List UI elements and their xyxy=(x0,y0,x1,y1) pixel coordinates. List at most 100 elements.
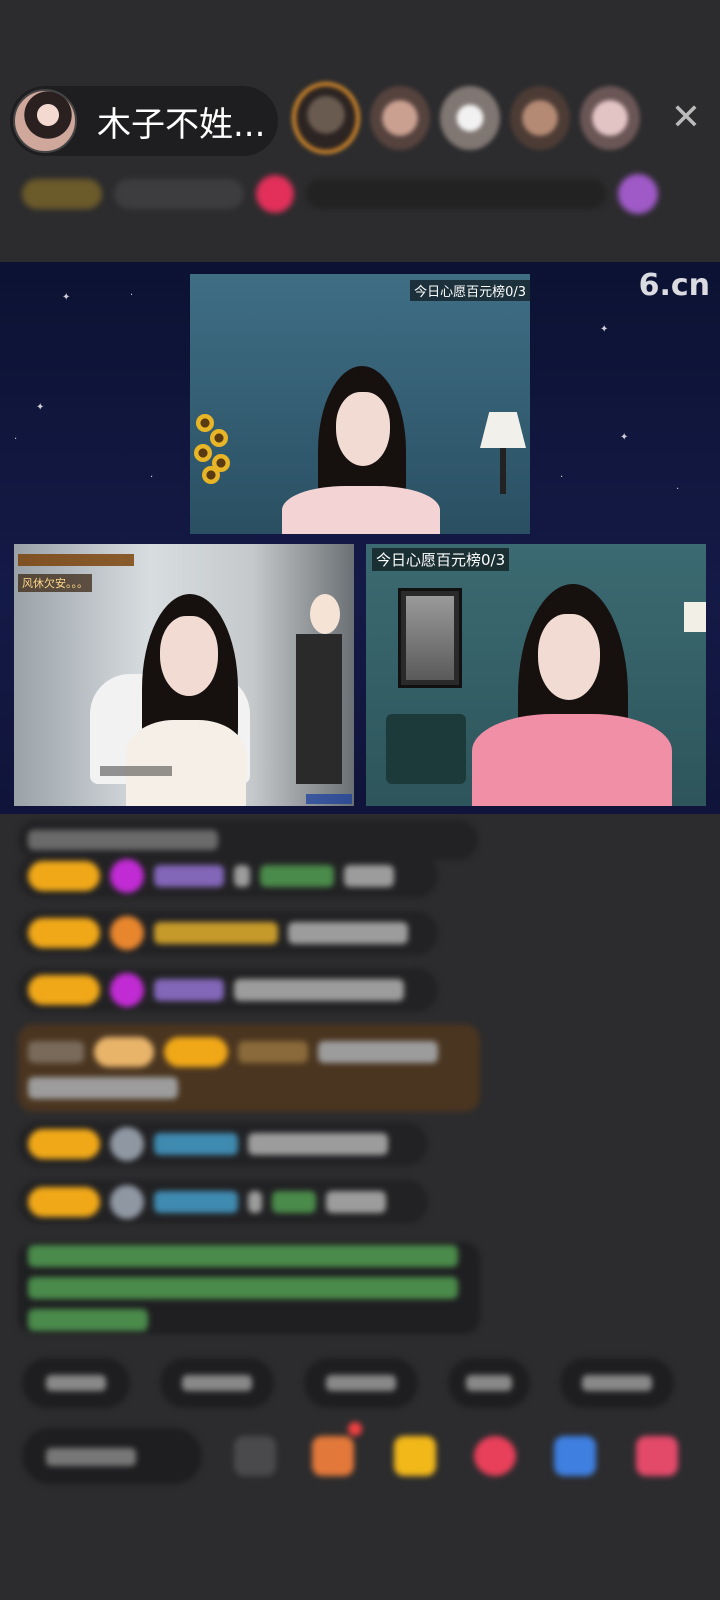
lamp-stand xyxy=(500,448,506,494)
red-packet-icon[interactable] xyxy=(394,1436,436,1476)
close-icon: ✕ xyxy=(670,97,702,138)
streamer-body xyxy=(126,720,246,806)
level-badge xyxy=(28,918,100,948)
chat-username[interactable] xyxy=(154,922,278,944)
announcement-chip[interactable] xyxy=(306,179,606,209)
quick-reply-bar xyxy=(22,1358,674,1408)
star-decoration: ✦ xyxy=(620,432,629,443)
system-notice xyxy=(18,1242,480,1334)
star-decoration: · xyxy=(676,484,680,495)
streamer-face xyxy=(160,616,218,696)
cam-top[interactable]: 今日心愿百元榜0/3 xyxy=(190,274,530,534)
streamer-face xyxy=(538,614,600,700)
follow-icon[interactable] xyxy=(256,175,294,213)
cam-status-label: 风休欠安。。。 xyxy=(18,574,92,592)
board-decor xyxy=(296,634,342,784)
level-badge xyxy=(28,975,100,1005)
chat-text xyxy=(248,1191,262,1213)
game-icon[interactable] xyxy=(554,1436,596,1476)
viewer-avatar[interactable] xyxy=(580,86,640,150)
close-button[interactable]: ✕ xyxy=(668,100,704,136)
painting xyxy=(406,596,454,680)
gift-box-icon[interactable] xyxy=(312,1436,354,1476)
cam-wish-label: 今日心愿百元榜0/3 xyxy=(410,280,530,301)
popularity-chip[interactable] xyxy=(114,179,244,209)
badge-icon xyxy=(110,916,144,950)
star-decoration: · xyxy=(14,434,18,445)
chat-message-highlight xyxy=(18,1024,480,1112)
quick-reply-button[interactable] xyxy=(304,1358,418,1408)
rank-badge[interactable] xyxy=(22,179,102,209)
user-icon xyxy=(110,1185,144,1219)
level-badge xyxy=(28,1129,100,1159)
sunflower-decor xyxy=(210,429,228,447)
chat-text xyxy=(234,979,404,1001)
lamp-shade xyxy=(684,602,706,632)
quick-reply-button[interactable] xyxy=(22,1358,130,1408)
chat-message xyxy=(18,1180,428,1224)
emoji-icon[interactable] xyxy=(234,1436,276,1476)
notice-text xyxy=(28,1277,458,1299)
quick-reply-button[interactable] xyxy=(160,1358,274,1408)
level-badge xyxy=(164,1037,228,1067)
bottom-action-bar xyxy=(22,1422,712,1484)
host-avatar[interactable] xyxy=(13,89,77,153)
chat-username[interactable] xyxy=(272,1191,316,1213)
platform-watermark: 6.cn xyxy=(638,268,710,303)
viewer-avatar[interactable] xyxy=(292,82,360,154)
cam-left[interactable]: 风休欠安。。。 xyxy=(14,544,354,806)
chat-username[interactable] xyxy=(260,865,334,887)
video-stream[interactable]: ✦ · ✦ · · ✦ ✦ · · 6.cn 今日心愿百元榜0/3 风休欠安。。… xyxy=(0,262,720,814)
chat-username[interactable] xyxy=(154,979,224,1001)
chat-message xyxy=(18,1122,428,1166)
chat-text xyxy=(234,865,250,887)
chat-username[interactable] xyxy=(238,1041,308,1063)
lamp-shade xyxy=(480,412,526,448)
chat-username[interactable] xyxy=(154,1191,238,1213)
quick-reply-button[interactable] xyxy=(560,1358,674,1408)
cam-right[interactable]: 今日心愿百元榜0/3 xyxy=(366,544,706,806)
level-badge xyxy=(28,1187,100,1217)
chat-username[interactable] xyxy=(154,865,224,887)
bag-decor xyxy=(386,714,466,784)
viewer-avatar[interactable] xyxy=(510,86,570,150)
star-decoration: · xyxy=(130,290,134,301)
chat-text xyxy=(28,1041,84,1063)
quick-reply-button[interactable] xyxy=(448,1358,530,1408)
chat-text xyxy=(288,922,408,944)
chat-username[interactable] xyxy=(154,1133,238,1155)
activity-icon[interactable] xyxy=(618,174,658,214)
level-badge xyxy=(28,861,100,891)
heart-icon[interactable] xyxy=(474,1436,516,1476)
sunflower-decor xyxy=(202,466,220,484)
viewer-avatar[interactable] xyxy=(370,86,430,150)
chat-text xyxy=(344,865,394,887)
chat-message xyxy=(18,911,438,955)
gift-icon[interactable] xyxy=(636,1436,678,1476)
chat-text xyxy=(248,1133,388,1155)
star-decoration: ✦ xyxy=(62,292,71,303)
chat-input[interactable] xyxy=(22,1428,202,1484)
chat-text xyxy=(28,830,218,850)
star-decoration: · xyxy=(150,472,154,483)
chat-message xyxy=(18,854,438,898)
gem-icon xyxy=(110,973,144,1007)
cam-notice-label xyxy=(18,554,134,566)
level-badge xyxy=(94,1037,154,1067)
notification-dot xyxy=(348,1422,362,1436)
streamer-body xyxy=(282,486,440,534)
notice-text xyxy=(28,1309,148,1331)
live-room-screen: 木子不姓... ✕ ✦ · ✦ · · ✦ ✦ · · 6.cn 今日心愿百元榜… xyxy=(0,0,720,1600)
gem-icon xyxy=(110,859,144,893)
notice-text xyxy=(28,1245,458,1267)
viewer-avatar[interactable] xyxy=(440,86,500,150)
sunflower-decor xyxy=(196,414,214,432)
chat-text xyxy=(318,1041,438,1063)
streamer-body xyxy=(472,714,672,806)
cam-tag xyxy=(306,794,352,804)
plush-decor xyxy=(310,594,340,634)
host-info-pill[interactable]: 木子不姓... xyxy=(10,86,278,156)
cam-caption xyxy=(100,766,172,776)
star-decoration: · xyxy=(560,472,564,483)
star-decoration: ✦ xyxy=(36,402,45,413)
